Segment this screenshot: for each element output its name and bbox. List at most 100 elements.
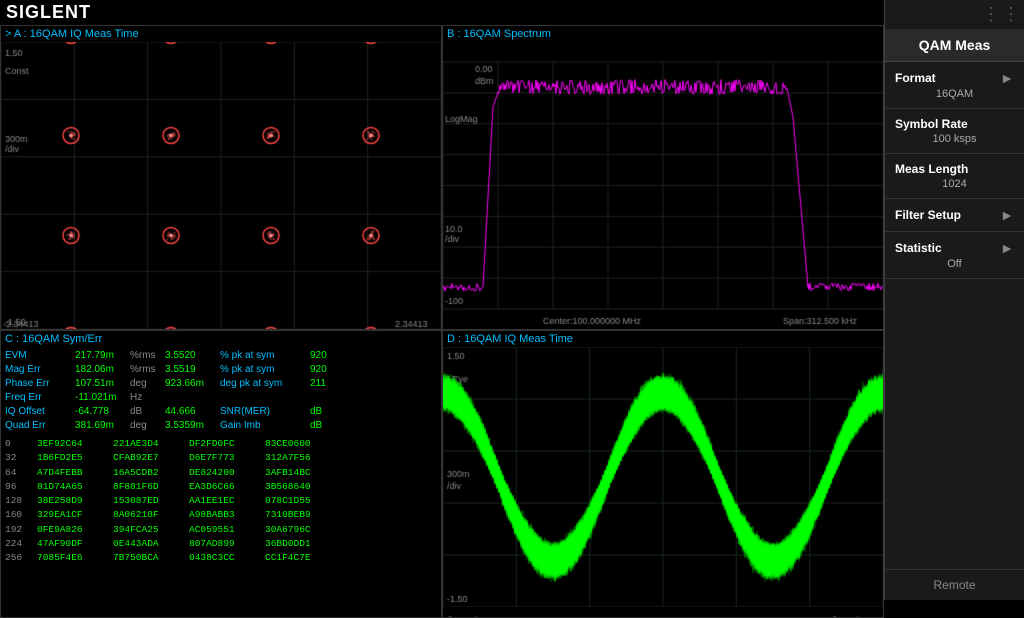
- stat-unit-4: dB: [130, 405, 165, 419]
- hex-cell-2-2: DE824200: [189, 466, 261, 480]
- sidebar-item-2[interactable]: Meas Length 1024: [885, 154, 1024, 199]
- hex-row-3: 96 81D74A658F881F6DEA3D6C663B568640: [5, 480, 437, 494]
- panel-b-title: B : 16QAM Spectrum: [443, 26, 883, 42]
- hex-cell-8-2: 0438C3CC: [189, 551, 261, 565]
- hex-row-4: 128 38E258D9153087EDAA1EE1EC078C1D55: [5, 494, 437, 508]
- hex-cell-5-1: 8A06218F: [113, 508, 185, 522]
- panel-d: D : 16QAM IQ Meas Time Start: -1 sym Sto…: [442, 330, 884, 618]
- sidebar-items: Format ► 16QAM Symbol Rate 100 ksps Meas…: [885, 62, 1024, 279]
- hex-cell-8-1: 7B750BCA: [113, 551, 185, 565]
- sidebar-item-value-1: 100 ksps: [895, 133, 1014, 145]
- hex-cell-6-0: 0FE9A826: [37, 523, 109, 537]
- sidebar-dots-top: ⋮⋮: [885, 0, 1024, 29]
- hex-cell-7-0: 47AF90DF: [37, 537, 109, 551]
- sidebar-title: QAM Meas: [885, 29, 1024, 62]
- hex-cell-3-2: EA3D6C66: [189, 480, 261, 494]
- hex-cell-1-2: D6E7F773: [189, 451, 261, 465]
- hex-cell-0-3: 83CE0600: [265, 437, 337, 451]
- hex-cell-0-1: 221AE3D4: [113, 437, 185, 451]
- stat-label-0: EVM: [5, 349, 75, 363]
- stat-row-5: Quad Err 381.69m deg 3.5359m Gain Imb dB: [5, 419, 437, 433]
- hex-cell-8-0: 7085F4E6: [37, 551, 109, 565]
- stat-unit-1: %rms: [130, 363, 165, 377]
- stat-val-2: 107.51m: [75, 377, 130, 391]
- panel-c: C : 16QAM Sym/Err EVM 217.79m %rms 3.552…: [0, 330, 442, 618]
- sidebar-item-value-0: 16QAM: [895, 88, 1014, 100]
- hex-cell-5-2: A98BABB3: [189, 508, 261, 522]
- panel-a: > A : 16QAM IQ Meas Time: [0, 25, 442, 330]
- sidebar-item-label-2: Meas Length: [895, 162, 1014, 176]
- hex-cell-2-0: A7D4FEBB: [37, 466, 109, 480]
- stat-val-3: -11.021m: [75, 391, 130, 405]
- stat-val2-3: [165, 391, 220, 405]
- hex-row-5: 160 329EA1CF8A06218FA98BABB37310BEB9: [5, 508, 437, 522]
- stat-val3-5: dB: [310, 419, 365, 433]
- sidebar-item-3[interactable]: Filter Setup ►: [885, 199, 1024, 232]
- hex-cell-5-0: 329EA1CF: [37, 508, 109, 522]
- hex-cell-5-3: 7310BEB9: [265, 508, 337, 522]
- stat-val-5: 381.69m: [75, 419, 130, 433]
- header: SIGLENT: [0, 0, 884, 25]
- hex-cell-2-1: 16A5CDB2: [113, 466, 185, 480]
- stat-row-2: Phase Err 107.51m deg 923.66m deg pk at …: [5, 377, 437, 391]
- hex-cell-1-1: CFAB92E7: [113, 451, 185, 465]
- sidebar-remote: Remote: [885, 569, 1024, 600]
- hex-cell-3-1: 8F881F6D: [113, 480, 185, 494]
- stat-label2-4: SNR(MER): [220, 405, 310, 419]
- hex-cell-4-3: 078C1D55: [265, 494, 337, 508]
- stat-val-4: -64.778: [75, 405, 130, 419]
- hex-row-7: 224 47AF90DF0E443ADA807AD89936BD0DD1: [5, 537, 437, 551]
- sidebar-item-label-1: Symbol Rate: [895, 117, 1014, 131]
- hex-cell-6-1: 394FCA25: [113, 523, 185, 537]
- stat-unit-0: %rms: [130, 349, 165, 363]
- stat-label-4: IQ Offset: [5, 405, 75, 419]
- hex-cell-3-3: 3B568640: [265, 480, 337, 494]
- panel-d-canvas: [443, 347, 883, 615]
- sidebar-item-0[interactable]: Format ► 16QAM: [885, 62, 1024, 109]
- stat-unit-5: deg: [130, 419, 165, 433]
- stat-row-1: Mag Err 182.06m %rms 3.5519 % pk at sym …: [5, 363, 437, 377]
- sidebar-item-1[interactable]: Symbol Rate 100 ksps: [885, 109, 1024, 154]
- stat-label2-1: % pk at sym: [220, 363, 310, 377]
- stat-val3-0: 920: [310, 349, 365, 363]
- sidebar-item-label-3: Filter Setup ►: [895, 207, 1014, 223]
- stat-val2-2: 923.66m: [165, 377, 220, 391]
- sidebar-item-label-4: Statistic ►: [895, 240, 1014, 256]
- stat-unit-3: Hz: [130, 391, 165, 405]
- panel-a-canvas: [1, 42, 441, 327]
- hex-row-1: 32 1B6FD2E5CFAB92E7D6E7F773312A7F56: [5, 451, 437, 465]
- siglent-logo: SIGLENT: [6, 2, 91, 23]
- hex-cell-7-3: 36BD0DD1: [265, 537, 337, 551]
- hex-cell-4-1: 153087ED: [113, 494, 185, 508]
- stat-row-0: EVM 217.79m %rms 3.5520 % pk at sym 920: [5, 349, 437, 363]
- stat-val3-2: 211: [310, 377, 365, 391]
- panel-a-title: > A : 16QAM IQ Meas Time: [1, 26, 441, 42]
- stat-val-0: 217.79m: [75, 349, 130, 363]
- hex-cell-8-3: CC1F4C7E: [265, 551, 337, 565]
- stat-val2-5: 3.5359m: [165, 419, 220, 433]
- stat-label-5: Quad Err: [5, 419, 75, 433]
- hex-cell-3-0: 81D74A65: [37, 480, 109, 494]
- panel-c-content: EVM 217.79m %rms 3.5520 % pk at sym 920 …: [1, 347, 441, 567]
- hex-cell-4-0: 38E258D9: [37, 494, 109, 508]
- stat-val2-1: 3.5519: [165, 363, 220, 377]
- stat-row-4: IQ Offset -64.778 dB 44.666 SNR(MER) dB: [5, 405, 437, 419]
- stat-unit-2: deg: [130, 377, 165, 391]
- stat-val3-4: dB: [310, 405, 365, 419]
- stat-label2-3: [220, 391, 310, 405]
- hex-cell-1-0: 1B6FD2E5: [37, 451, 109, 465]
- stat-label-1: Mag Err: [5, 363, 75, 377]
- sidebar-item-value-4: Off: [895, 258, 1014, 270]
- stat-val2-0: 3.5520: [165, 349, 220, 363]
- hex-row-0: 0 3EF92C64221AE3D4DF2FD0FC83CE0600: [5, 437, 437, 451]
- sidebar-item-4[interactable]: Statistic ► Off: [885, 232, 1024, 279]
- panel-b: B : 16QAM Spectrum: [442, 25, 884, 330]
- arrow-icon-0: ►: [1000, 70, 1014, 86]
- hex-cell-2-3: 3AFB14BC: [265, 466, 337, 480]
- hex-cell-7-1: 0E443ADA: [113, 537, 185, 551]
- stat-val3-3: [310, 391, 365, 405]
- hex-row-8: 256 7085F4E67B750BCA0438C3CCCC1F4C7E: [5, 551, 437, 565]
- stat-label2-5: Gain Imb: [220, 419, 310, 433]
- stat-val3-1: 920: [310, 363, 365, 377]
- panel-c-title: C : 16QAM Sym/Err: [1, 331, 441, 347]
